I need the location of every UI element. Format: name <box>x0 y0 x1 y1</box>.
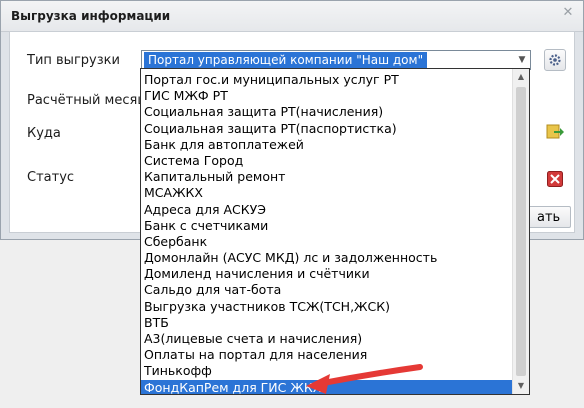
type-label: Тип выгрузки <box>27 53 120 68</box>
dropdown-option[interactable]: Сальдо для чат-бота <box>141 282 514 298</box>
export-button-label: ать <box>537 210 561 225</box>
export-type-dropdown[interactable]: Портал гос.и муниципальных услуг РТ ГИС М… <box>140 68 530 395</box>
dropdown-option[interactable]: Выгрузка участников ТСЖ(ТСН,ЖСК) <box>141 299 514 315</box>
dropdown-option[interactable]: Адреса для АСКУЭ <box>141 202 514 218</box>
close-icon[interactable]: ✕ <box>561 6 575 20</box>
scroll-down-icon[interactable]: ▼ <box>513 378 529 394</box>
dropdown-option[interactable]: Сбербанк <box>141 234 514 250</box>
dropdown-option[interactable]: Капитальный ремонт <box>141 169 514 185</box>
chevron-down-icon[interactable]: ▼ <box>514 51 530 69</box>
dropdown-option[interactable]: Тинькофф <box>141 363 514 379</box>
clear-status-button[interactable] <box>546 171 564 189</box>
dropdown-option[interactable]: Банк с счетчиками <box>141 218 514 234</box>
dropdown-option[interactable]: Домиленд начисления и счётчики <box>141 266 514 282</box>
gear-icon <box>549 54 561 66</box>
dropdown-option[interactable]: Банк для автоплатежей <box>141 137 514 153</box>
dropdown-option[interactable]: Оплаты на портал для населения <box>141 347 514 363</box>
dropdown-option[interactable]: МСАЖКХ <box>141 185 514 201</box>
destination-label: Куда <box>27 126 61 141</box>
dropdown-list: Портал гос.и муниципальных услуг РТ ГИС М… <box>141 72 514 394</box>
folder-arrow-icon <box>546 124 564 139</box>
month-label: Расчётный месяц <box>27 93 147 108</box>
dropdown-option[interactable]: ФондКапРем для ГИС ЖКХ <box>141 379 514 394</box>
dropdown-option[interactable]: А3(лицевые счета и начисления) <box>141 331 514 347</box>
scroll-up-icon[interactable]: ▲ <box>513 69 529 85</box>
export-type-select[interactable]: Портал управляющей компании "Наш дом" ▼ <box>141 50 531 70</box>
dropdown-scrollbar[interactable]: ▲ ▼ <box>512 69 529 394</box>
dropdown-option[interactable]: Социальная защита РТ(паспортистка) <box>141 121 514 137</box>
browse-folder-button[interactable] <box>546 122 564 140</box>
dropdown-option[interactable]: Домонлайн (АСУС МКД) лс и задолженность <box>141 250 514 266</box>
dropdown-option[interactable]: ВТБ <box>141 315 514 331</box>
scroll-thumb[interactable] <box>516 87 526 376</box>
red-x-icon <box>547 171 563 187</box>
title-bar: Выгрузка информации ✕ <box>1 1 583 32</box>
export-type-value: Портал управляющей компании "Наш дом" <box>144 52 428 68</box>
status-label: Статус <box>27 170 75 185</box>
dropdown-option[interactable]: ГИС МЖФ РТ <box>141 88 514 104</box>
dialog-title: Выгрузка информации <box>11 9 171 23</box>
settings-button[interactable] <box>544 49 566 71</box>
dropdown-option[interactable]: Система Город <box>141 153 514 169</box>
dropdown-option[interactable]: Социальная защита РТ(начисления) <box>141 104 514 120</box>
dropdown-option[interactable]: Портал гос.и муниципальных услуг РТ <box>141 72 514 88</box>
